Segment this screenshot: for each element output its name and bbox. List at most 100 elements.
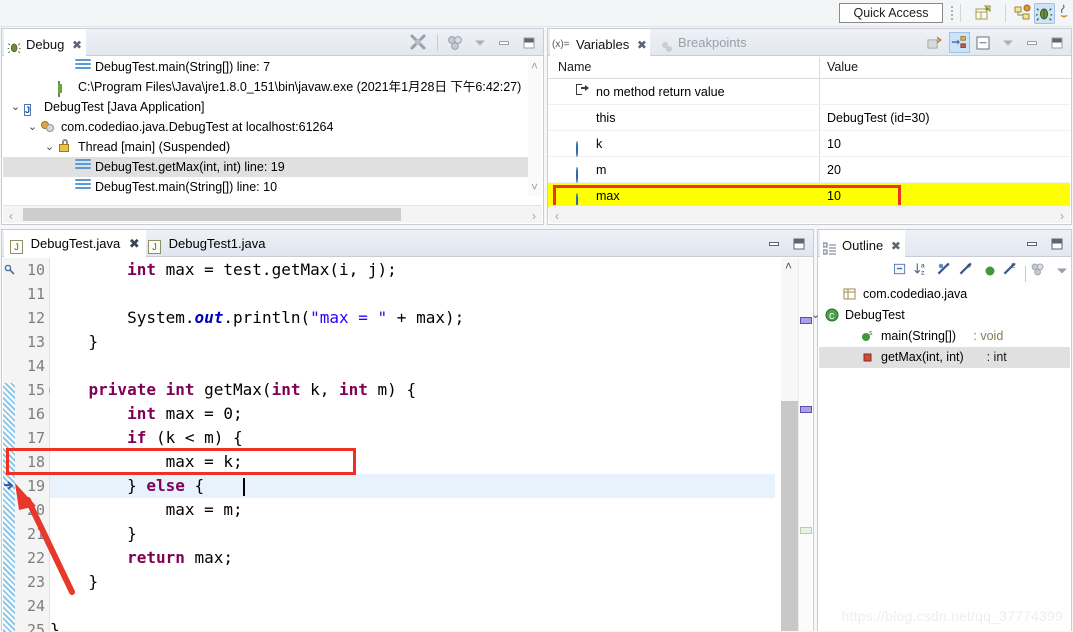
outline-item[interactable]: ⌄ C DebugTest bbox=[811, 305, 1070, 326]
collapse-icon[interactable] bbox=[973, 32, 994, 53]
hide-local-icon[interactable]: L bbox=[1001, 260, 1022, 281]
debug-tree-row[interactable]: DebugTest.main(String[]) line: 10 bbox=[3, 177, 528, 197]
hide-fields-icon[interactable] bbox=[935, 260, 956, 281]
code-line[interactable]: System.out.println("max = " + max); bbox=[50, 306, 464, 330]
tab-debug[interactable]: Debug ✖ bbox=[4, 29, 86, 56]
scroll-up-arrow[interactable]: ˄ bbox=[785, 260, 792, 272]
toolbar-separator-1 bbox=[960, 4, 961, 22]
outline-item-label: com.codediao.java bbox=[863, 287, 968, 301]
editor-vscrollbar[interactable]: ˄ bbox=[781, 258, 798, 631]
show-logical-structure-icon[interactable] bbox=[948, 32, 970, 53]
collapse-all-icon[interactable] bbox=[924, 32, 945, 53]
collapse-all-icon[interactable] bbox=[891, 260, 912, 281]
toolbar-grip[interactable] bbox=[949, 4, 955, 23]
java-perspective-icon[interactable] bbox=[1054, 3, 1073, 24]
minimize-icon[interactable] bbox=[1022, 32, 1043, 53]
overview-marker[interactable] bbox=[800, 406, 812, 413]
code-line[interactable]: int max = 0; bbox=[50, 402, 243, 426]
code-line[interactable]: } bbox=[50, 522, 137, 546]
view-menu-icon[interactable] bbox=[445, 32, 466, 53]
debug-tree-row[interactable]: C:\Program Files\Java\jre1.8.0_151\bin\j… bbox=[3, 77, 528, 97]
debug-stack-tree[interactable]: DebugTest.main(String[]) line: 7 C:\Progr… bbox=[3, 57, 528, 197]
chevron-down-icon[interactable] bbox=[997, 32, 1018, 53]
code-editor-area[interactable]: int max = test.getMax(i, j); System.out.… bbox=[50, 258, 775, 631]
minimize-icon[interactable] bbox=[1022, 233, 1043, 254]
debug-tree-row[interactable]: ⌄ com.codediao.java.DebugTest at localhos… bbox=[3, 117, 528, 137]
close-icon[interactable]: ✖ bbox=[72, 38, 82, 52]
overview-marker[interactable] bbox=[800, 527, 812, 534]
twisty-icon[interactable]: ⌄ bbox=[811, 305, 820, 326]
disconnect-icon[interactable] bbox=[408, 32, 429, 53]
twisty-icon[interactable]: ⌄ bbox=[9, 97, 22, 117]
code-line[interactable]: private int getMax(int k, int m) { bbox=[50, 378, 417, 402]
debug-tree-row[interactable]: DebugTest.getMax(int, int) line: 19 bbox=[3, 157, 528, 177]
debug-tree-vscrollbar[interactable]: ˄ ˅ bbox=[528, 57, 542, 196]
close-icon[interactable]: ✖ bbox=[891, 239, 901, 253]
code-line[interactable]: int max = test.getMax(i, j); bbox=[50, 258, 397, 282]
editor-overview-ruler[interactable] bbox=[798, 258, 812, 631]
hide-static-icon[interactable]: s bbox=[957, 260, 978, 281]
variables-row[interactable]: this DebugTest (id=30) bbox=[548, 105, 1070, 131]
outline-tree[interactable]: com.codediao.java ⌄ C DebugTest s main(String… bbox=[811, 284, 1070, 630]
tab-outline[interactable]: Outline ✖ bbox=[820, 230, 905, 257]
debug-perspective-icon[interactable] bbox=[1034, 3, 1055, 24]
tab-breakpoints[interactable]: Breakpoints bbox=[658, 29, 751, 56]
code-line[interactable]: } bbox=[50, 330, 99, 354]
debug-tree-row[interactable]: DebugTest.main(String[]) line: 7 bbox=[3, 57, 528, 77]
debug-tree-hscrollbar[interactable]: ‹ › bbox=[3, 205, 542, 223]
scroll-right-arrow[interactable]: › bbox=[1060, 210, 1064, 222]
editor-scroll-thumb[interactable] bbox=[781, 401, 798, 631]
code-line[interactable]: if (k < m) { bbox=[50, 426, 243, 450]
column-header-name[interactable]: Name bbox=[558, 60, 591, 74]
maximize-icon[interactable] bbox=[1046, 32, 1067, 53]
scroll-right-arrow[interactable]: › bbox=[532, 210, 536, 222]
variables-row[interactable]: k 10 bbox=[548, 131, 1070, 157]
open-perspective-icon[interactable] bbox=[1012, 3, 1033, 24]
new-java-file-icon[interactable] bbox=[972, 3, 993, 24]
debug-tree-row[interactable]: ⌄ Thread [main] (Suspended) bbox=[3, 137, 528, 157]
chevron-down-icon[interactable] bbox=[469, 32, 490, 53]
scroll-up-arrow[interactable]: ˄ bbox=[531, 60, 538, 72]
code-line[interactable]: return max; bbox=[50, 546, 233, 570]
variables-row[interactable]: m 20 bbox=[548, 157, 1070, 183]
scroll-left-arrow[interactable]: ‹ bbox=[555, 210, 559, 222]
code-line[interactable]: } bbox=[50, 570, 99, 594]
sort-icon[interactable]: a z bbox=[913, 260, 934, 281]
variables-hscrollbar[interactable]: ‹ › bbox=[549, 205, 1070, 223]
code-line[interactable]: max = k; bbox=[50, 450, 243, 474]
code-line[interactable]: max = m; bbox=[50, 498, 243, 522]
outline-item[interactable]: com.codediao.java bbox=[819, 284, 1070, 305]
editor-line-number-gutter[interactable]: 101112131415−16171819202122232425 bbox=[3, 258, 60, 632]
column-header-value[interactable]: Value bbox=[827, 60, 858, 74]
quick-access-input[interactable]: Quick Access bbox=[839, 3, 943, 23]
maximize-icon[interactable] bbox=[788, 233, 809, 254]
twisty-icon[interactable]: ⌄ bbox=[43, 137, 56, 157]
scroll-left-arrow[interactable]: ‹ bbox=[9, 210, 13, 222]
variables-row[interactable]: no method return value bbox=[548, 79, 1070, 105]
outline-item[interactable]: getMax(int, int) : int bbox=[819, 347, 1070, 368]
code-line[interactable]: } else { bbox=[50, 474, 204, 498]
outline-item[interactable]: s main(String[]) : void bbox=[819, 326, 1070, 347]
close-icon[interactable]: ✖ bbox=[637, 38, 647, 52]
twisty-icon[interactable]: ⌄ bbox=[26, 117, 39, 137]
hscroll-thumb[interactable] bbox=[23, 208, 401, 221]
variables-table-body[interactable]: no method return value this DebugTest (id=… bbox=[548, 79, 1070, 209]
tab-debugtest1-java[interactable]: J DebugTest1.java bbox=[142, 230, 271, 257]
maximize-icon[interactable] bbox=[518, 32, 539, 53]
link-icon[interactable] bbox=[1029, 260, 1050, 281]
line-number: 25 bbox=[26, 621, 45, 632]
bookmark-marker-icon[interactable] bbox=[4, 264, 15, 275]
code-line[interactable]: } bbox=[50, 618, 60, 631]
tab-debugtest-java[interactable]: J DebugTest.java ✖ bbox=[4, 230, 146, 257]
line-number: 20 bbox=[26, 501, 45, 519]
tab-variables[interactable]: (x)= Variables ✖ bbox=[550, 29, 650, 56]
minimize-icon[interactable] bbox=[494, 32, 515, 53]
maximize-icon[interactable] bbox=[1046, 233, 1067, 254]
line-number: 23 bbox=[26, 573, 45, 591]
debug-tree-row[interactable]: ⌄ J DebugTest [Java Application] bbox=[3, 97, 528, 117]
chevron-down-icon[interactable] bbox=[1051, 260, 1072, 281]
minimize-icon[interactable] bbox=[764, 233, 785, 254]
hide-nonpublic-icon[interactable] bbox=[979, 260, 1000, 281]
close-icon[interactable]: ✖ bbox=[129, 236, 140, 251]
scroll-down-arrow[interactable]: ˅ bbox=[531, 181, 538, 193]
